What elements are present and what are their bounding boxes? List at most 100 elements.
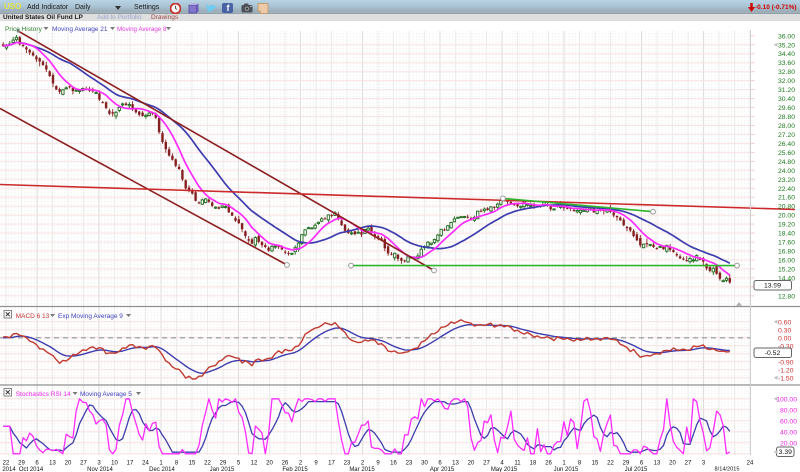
svg-text:Mar 2015: Mar 2015 — [349, 467, 375, 472]
svg-text:24.00: 24.00 — [778, 168, 795, 175]
svg-text:2014: 2014 — [2, 467, 16, 472]
svg-text:16.80: 16.80 — [778, 249, 795, 256]
svg-text:Moving Average 8: Moving Average 8 — [117, 26, 167, 33]
svg-text:23: 23 — [344, 460, 351, 466]
svg-text:17: 17 — [127, 460, 134, 466]
svg-text:Jun 2015: Jun 2015 — [554, 467, 579, 472]
svg-text:13: 13 — [654, 460, 661, 466]
svg-text:26: 26 — [282, 460, 289, 466]
svg-text:Jul 2015: Jul 2015 — [625, 467, 648, 472]
svg-text:10: 10 — [111, 460, 118, 466]
svg-text:Moving Average 21: Moving Average 21 — [52, 26, 108, 33]
svg-text:27: 27 — [685, 460, 692, 466]
svg-text:Exp Moving Average 9: Exp Moving Average 9 — [58, 313, 123, 320]
svg-text:22: 22 — [607, 460, 614, 466]
svg-text:27: 27 — [483, 460, 490, 466]
svg-text:3: 3 — [702, 460, 706, 466]
svg-text:18: 18 — [530, 460, 537, 466]
svg-text:29: 29 — [18, 460, 25, 466]
svg-text:30.40: 30.40 — [778, 96, 795, 103]
svg-text:13: 13 — [452, 460, 459, 466]
svg-text:6: 6 — [640, 460, 644, 466]
svg-text:32.00: 32.00 — [778, 78, 795, 85]
svg-text:3: 3 — [97, 460, 101, 466]
svg-text:20.80: 20.80 — [778, 204, 795, 211]
svg-text:19.20: 19.20 — [778, 222, 795, 229]
svg-text:Oct 2014: Oct 2014 — [19, 467, 44, 472]
svg-text:9: 9 — [376, 460, 380, 466]
svg-text:9: 9 — [314, 460, 318, 466]
svg-text:Nov 2014: Nov 2014 — [87, 467, 113, 472]
svg-text:28.00: 28.00 — [778, 123, 795, 130]
svg-text:40.00: 40.00 — [780, 429, 797, 436]
svg-text:Feb 2015: Feb 2015 — [282, 467, 308, 472]
svg-text:24: 24 — [142, 460, 149, 466]
svg-text:26.40: 26.40 — [778, 141, 795, 148]
svg-text:20: 20 — [65, 460, 72, 466]
svg-text:20.00: 20.00 — [780, 440, 797, 447]
svg-text:35.20: 35.20 — [778, 42, 795, 49]
svg-text:8: 8 — [175, 460, 179, 466]
svg-text:Jan 2015: Jan 2015 — [210, 467, 235, 472]
svg-text:30: 30 — [421, 460, 428, 466]
svg-text:15: 15 — [189, 460, 196, 466]
svg-text:24: 24 — [747, 460, 754, 466]
svg-text:20: 20 — [669, 460, 676, 466]
svg-text:-0.52: -0.52 — [765, 350, 781, 357]
svg-text:6: 6 — [35, 460, 39, 466]
svg-text:24.80: 24.80 — [778, 159, 795, 166]
svg-text:29.60: 29.60 — [778, 105, 795, 112]
svg-text:4: 4 — [500, 460, 504, 466]
svg-text:15.20: 15.20 — [778, 267, 795, 274]
svg-text:2: 2 — [299, 460, 303, 466]
svg-text:11: 11 — [514, 460, 521, 466]
svg-text:27: 27 — [80, 460, 87, 466]
svg-text:16: 16 — [390, 460, 397, 466]
svg-text:Stochastics RSI 14: Stochastics RSI 14 — [16, 391, 71, 398]
svg-text:23: 23 — [406, 460, 413, 466]
svg-text:34.40: 34.40 — [778, 51, 795, 58]
svg-text:16.00: 16.00 — [778, 258, 795, 265]
svg-text:0.60: 0.60 — [778, 319, 791, 326]
svg-text:12: 12 — [251, 460, 258, 466]
svg-text:0.00: 0.00 — [778, 335, 791, 342]
svg-text:32.80: 32.80 — [778, 69, 795, 76]
svg-text:31.20: 31.20 — [778, 87, 795, 94]
svg-text:Dec 2014: Dec 2014 — [149, 467, 175, 472]
svg-text:27.20: 27.20 — [778, 132, 795, 139]
svg-text:80.00: 80.00 — [780, 407, 797, 414]
svg-text:3.39: 3.39 — [779, 449, 792, 456]
svg-text:28.80: 28.80 — [778, 114, 795, 121]
svg-text:12.80: 12.80 — [778, 293, 795, 300]
svg-text:18.40: 18.40 — [778, 231, 795, 238]
svg-text:29: 29 — [623, 460, 630, 466]
svg-text:8: 8 — [578, 460, 582, 466]
svg-text:100.00: 100.00 — [776, 396, 797, 403]
svg-text:17: 17 — [328, 460, 335, 466]
svg-text:22.40: 22.40 — [778, 186, 795, 193]
svg-text:21.60: 21.60 — [778, 195, 795, 202]
svg-text:Apr 2015: Apr 2015 — [430, 467, 455, 472]
svg-text:1: 1 — [159, 460, 163, 466]
svg-text:8/14/2015: 8/14/2015 — [715, 467, 740, 472]
svg-text:36.00: 36.00 — [778, 33, 795, 40]
svg-text:13: 13 — [49, 460, 56, 466]
svg-text:-1.20: -1.20 — [778, 367, 794, 374]
svg-text:25.60: 25.60 — [778, 150, 795, 157]
svg-text:MACD 6 13: MACD 6 13 — [16, 313, 50, 320]
svg-text:15: 15 — [592, 460, 599, 466]
svg-text:60.00: 60.00 — [780, 418, 797, 425]
svg-text:0.30: 0.30 — [778, 327, 791, 334]
svg-text:22: 22 — [204, 460, 211, 466]
svg-text:Moving Average 5: Moving Average 5 — [80, 391, 132, 398]
svg-text:33.60: 33.60 — [778, 60, 795, 67]
svg-text:22: 22 — [3, 460, 10, 466]
svg-text:-1.50: -1.50 — [778, 375, 794, 382]
svg-text:Price History: Price History — [5, 26, 43, 33]
svg-text:May 2015: May 2015 — [491, 467, 518, 472]
svg-text:6: 6 — [438, 460, 442, 466]
svg-text:29: 29 — [220, 460, 227, 466]
svg-text:20: 20 — [468, 460, 475, 466]
svg-text:5: 5 — [237, 460, 241, 466]
svg-text:2: 2 — [361, 460, 365, 466]
